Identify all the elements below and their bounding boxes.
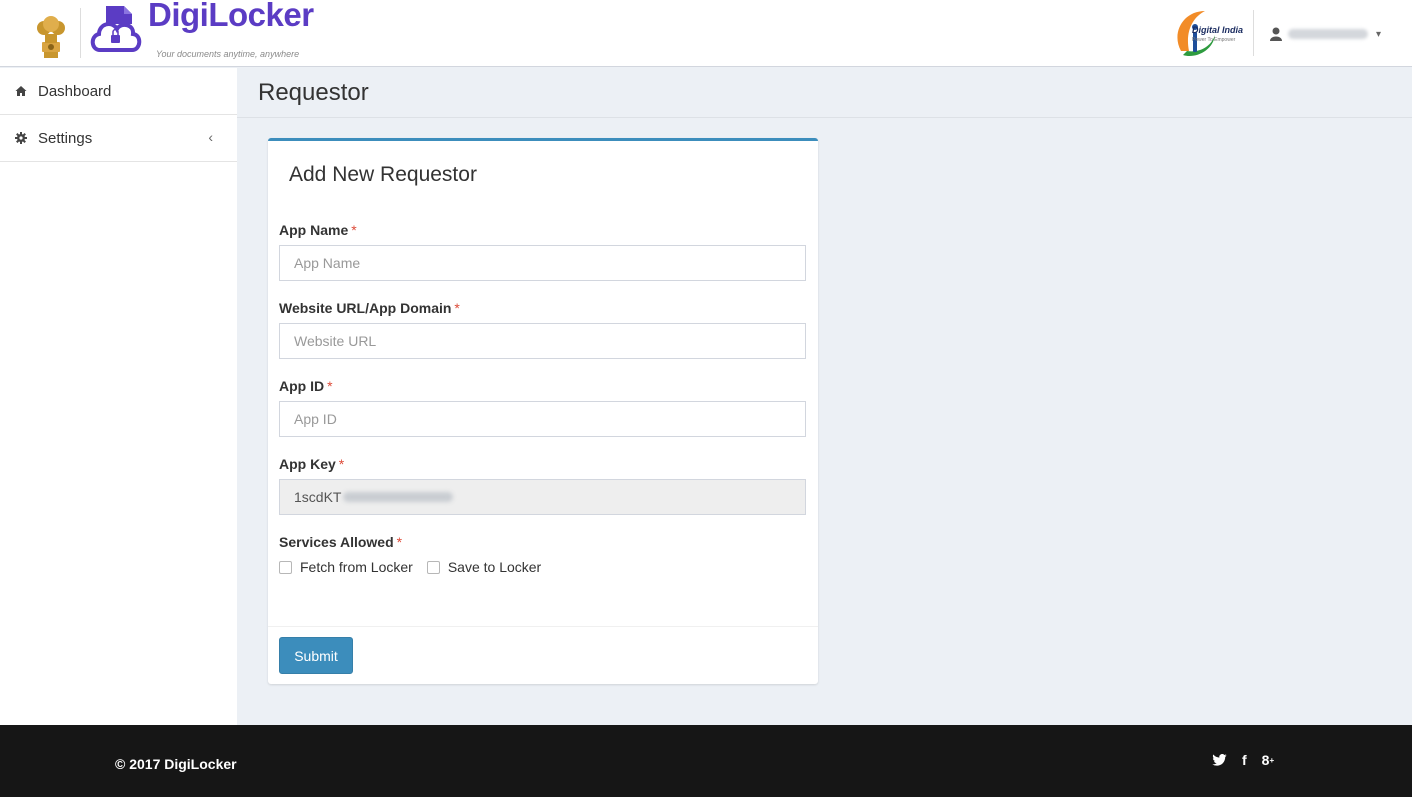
social-links: f 8 + xyxy=(1212,752,1289,768)
card-title: Add New Requestor xyxy=(289,163,477,186)
fetch-from-locker-option[interactable]: Fetch from Locker xyxy=(279,559,413,575)
digital-india-title: Digital India xyxy=(1192,25,1244,35)
user-name: avantpuvn xyxy=(1288,29,1368,39)
required-marker: * xyxy=(327,378,333,394)
sidebar-item-dashboard[interactable]: Dashboard xyxy=(0,68,237,115)
brand-name: DigiLocker xyxy=(148,0,314,33)
digital-india-subtitle: Power To Empower xyxy=(1192,37,1236,43)
required-marker: * xyxy=(338,456,345,472)
top-header: DigiLocker Your documents anytime, anywh… xyxy=(0,0,1412,67)
app-key-label: App Key * xyxy=(279,456,345,472)
content-header-divider xyxy=(237,117,1412,118)
website-url-label: Website URL/App Domain * xyxy=(279,300,460,316)
services-allowed-label: Services Allowed * xyxy=(279,534,403,550)
user-icon xyxy=(1270,27,1282,41)
required-marker: * xyxy=(396,534,403,550)
app-name-input[interactable] xyxy=(279,245,806,281)
header-divider xyxy=(1253,10,1254,56)
website-url-input[interactable] xyxy=(279,323,806,359)
facebook-icon[interactable]: f xyxy=(1242,752,1247,768)
app-id-label: App ID * xyxy=(279,378,333,394)
sidebar-item-label: Settings xyxy=(38,129,93,147)
app-name-label: App Name * xyxy=(279,222,357,238)
footer: © 2017 DigiLocker f 8 + xyxy=(0,725,1412,797)
user-menu[interactable]: avantpuvn ▾ xyxy=(1270,25,1381,43)
brand-tagline: Your documents anytime, anywhere xyxy=(156,49,300,59)
save-to-locker-option[interactable]: Save to Locker xyxy=(426,559,542,575)
page-title: Requestor xyxy=(258,79,369,106)
gear-icon xyxy=(15,132,27,144)
app-key-value: 1scdKT xyxy=(294,489,342,505)
sidebar-item-settings[interactable]: Settings ‹ xyxy=(0,115,237,162)
logo-divider xyxy=(80,8,81,58)
checkbox-label: Fetch from Locker xyxy=(300,559,413,575)
app-key-field: 1scdKT xyxy=(279,479,806,515)
national-emblem-icon xyxy=(37,16,65,58)
add-requestor-card: Add New Requestor App Name* Website URL/… xyxy=(268,138,818,684)
sidebar: Dashboard Settings ‹ xyxy=(0,68,237,729)
services-checkbox-group: Fetch from Locker Save to Locker xyxy=(279,559,555,575)
checkbox-label: Save to Locker xyxy=(447,559,542,575)
chevron-left-icon: ‹ xyxy=(208,129,213,145)
twitter-icon[interactable] xyxy=(1212,754,1227,766)
card-footer-divider xyxy=(268,626,818,627)
app-id-input[interactable] xyxy=(279,401,806,437)
caret-down-icon: ▾ xyxy=(1376,28,1382,40)
home-icon xyxy=(15,86,27,96)
sidebar-item-label: Dashboard xyxy=(38,82,112,100)
required-marker: * xyxy=(351,222,357,238)
submit-button[interactable]: Submit xyxy=(279,637,353,674)
fetch-from-locker-checkbox[interactable] xyxy=(279,560,292,574)
required-marker: * xyxy=(454,300,460,316)
copyright-text: © 2017 DigiLocker xyxy=(115,756,237,772)
app-key-redacted xyxy=(343,492,454,502)
digilocker-logo-icon xyxy=(90,6,142,52)
google-plus-icon[interactable]: 8 + xyxy=(1262,752,1274,768)
save-to-locker-checkbox[interactable] xyxy=(426,560,440,574)
